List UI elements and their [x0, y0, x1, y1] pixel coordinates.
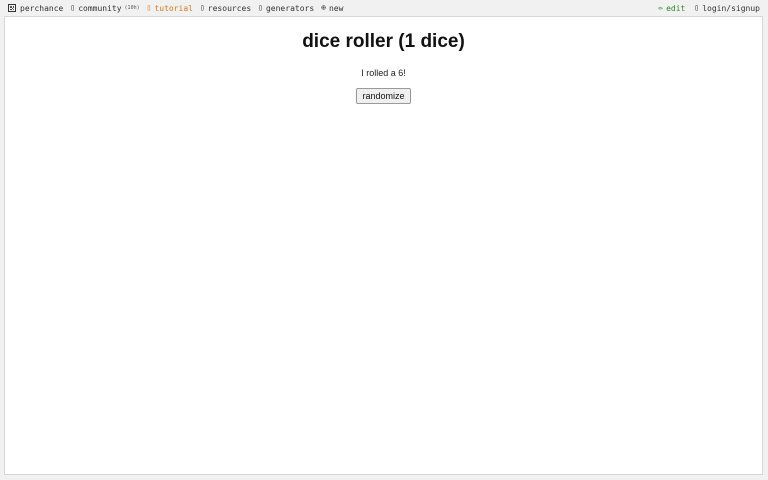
page-title: dice roller (1 dice) [302, 31, 465, 52]
nav-perchance-home[interactable]: perchance [8, 4, 63, 13]
nav-tutorial-label: tutorial [154, 3, 193, 13]
nav-tutorial[interactable]: ▯ tutorial [147, 4, 193, 13]
nav-perchance-label: perchance [20, 3, 64, 13]
box-icon: ▯ [199, 3, 205, 12]
nav-community[interactable]: ▯ community (10h) [70, 4, 139, 13]
nav-resources-label: resources [207, 3, 252, 13]
nav-right: ✏ edit ▯ login/signup [649, 4, 760, 13]
nav-edit[interactable]: ✏ edit [658, 4, 685, 13]
community-count-badge: (10h) [124, 5, 140, 11]
nav-login-label: login/signup [702, 3, 760, 13]
roll-result-text: I rolled a 6! [361, 68, 406, 78]
plus-circle-icon: ⊕ [321, 3, 326, 12]
randomize-button[interactable]: randomize [356, 88, 411, 104]
book-icon: ▯ [146, 3, 152, 12]
top-navigation-bar: perchance ▯ community (10h) ▯ tutorial ▯… [0, 0, 768, 16]
generator-output-panel: dice roller (1 dice) I rolled a 6! rando… [4, 16, 763, 475]
nav-resources[interactable]: ▯ resources [200, 4, 251, 13]
pencil-icon: ✏ [658, 3, 664, 12]
nav-community-label: community [78, 3, 122, 13]
nav-left: perchance ▯ community (10h) ▯ tutorial ▯… [8, 4, 350, 13]
nav-edit-label: edit [666, 3, 686, 13]
list-icon: ▯ [258, 3, 263, 12]
people-icon: ▯ [70, 3, 76, 12]
nav-generators-label: generators [265, 3, 315, 13]
nav-new[interactable]: ⊕ new [321, 4, 343, 13]
nav-new-label: new [328, 3, 344, 13]
user-icon: ▯ [694, 3, 700, 12]
nav-generators[interactable]: ▯ generators [258, 4, 314, 13]
nav-login-signup[interactable]: ▯ login/signup [694, 4, 760, 13]
dice-logo-icon [8, 4, 16, 12]
